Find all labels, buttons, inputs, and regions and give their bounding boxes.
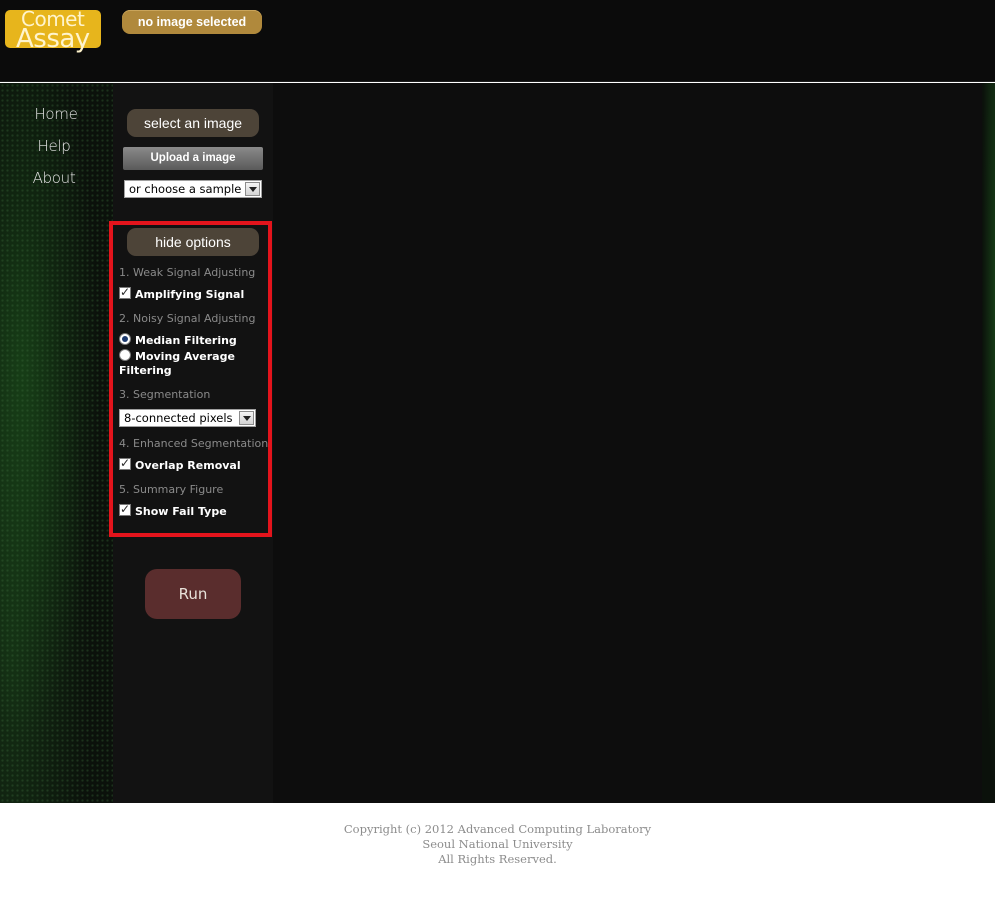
segmentation-heading: 3. Segmentation (119, 388, 211, 401)
right-background-pattern (982, 83, 995, 803)
hide-options-button[interactable]: hide options (127, 228, 259, 256)
sample-select-value: or choose a sample (129, 182, 242, 196)
moving-average-label-line1: Moving Average (135, 350, 235, 363)
select-image-button[interactable]: select an image (127, 109, 259, 137)
overlap-removal-label: Overlap Removal (135, 459, 241, 472)
header-bar: Comet Assay no image selected (0, 0, 995, 82)
segmentation-select[interactable]: 8-connected pixels (119, 409, 256, 427)
image-display-area (273, 83, 982, 803)
median-filtering-label: Median Filtering (135, 334, 237, 347)
image-status-badge: no image selected (122, 10, 262, 34)
segmentation-select-value: 8-connected pixels (124, 411, 233, 425)
sample-select[interactable]: or choose a sample (124, 180, 262, 198)
logo-text-assay: Assay (16, 24, 90, 54)
footer-rights: All Rights Reserved. (438, 852, 557, 866)
weak-signal-heading: 1. Weak Signal Adjusting (119, 266, 256, 279)
median-filtering-radio[interactable] (119, 333, 131, 345)
nav-home-link[interactable]: Home (0, 100, 108, 132)
comet-assay-logo[interactable]: Comet Assay (5, 7, 101, 54)
dropdown-arrow-icon (239, 411, 254, 425)
nav-about-link[interactable]: About (0, 164, 108, 196)
run-button[interactable]: Run (145, 569, 241, 619)
footer-copyright: Copyright (c) 2012 Advanced Computing La… (343, 822, 652, 836)
footer-university: Seoul National University (422, 837, 573, 851)
moving-average-radio[interactable] (119, 349, 131, 361)
amplifying-signal-checkbox[interactable] (119, 285, 131, 299)
summary-figure-heading: 5. Summary Figure (119, 483, 224, 496)
moving-average-label-line2: Filtering (119, 364, 172, 377)
nav-help-link[interactable]: Help (0, 132, 108, 164)
noisy-signal-heading: 2. Noisy Signal Adjusting (119, 312, 256, 325)
upload-image-button[interactable]: Upload a image (123, 147, 263, 170)
footer: Copyright (c) 2012 Advanced Computing La… (0, 822, 995, 867)
enhanced-segmentation-heading: 4. Enhanced Segmentation (119, 437, 269, 450)
show-fail-type-checkbox[interactable] (119, 502, 131, 516)
dropdown-arrow-icon (245, 182, 260, 196)
main-nav: Home Help About (0, 100, 108, 196)
show-fail-type-label: Show Fail Type (135, 505, 227, 518)
overlap-removal-checkbox[interactable] (119, 456, 131, 470)
amplifying-signal-label: Amplifying Signal (135, 288, 245, 301)
